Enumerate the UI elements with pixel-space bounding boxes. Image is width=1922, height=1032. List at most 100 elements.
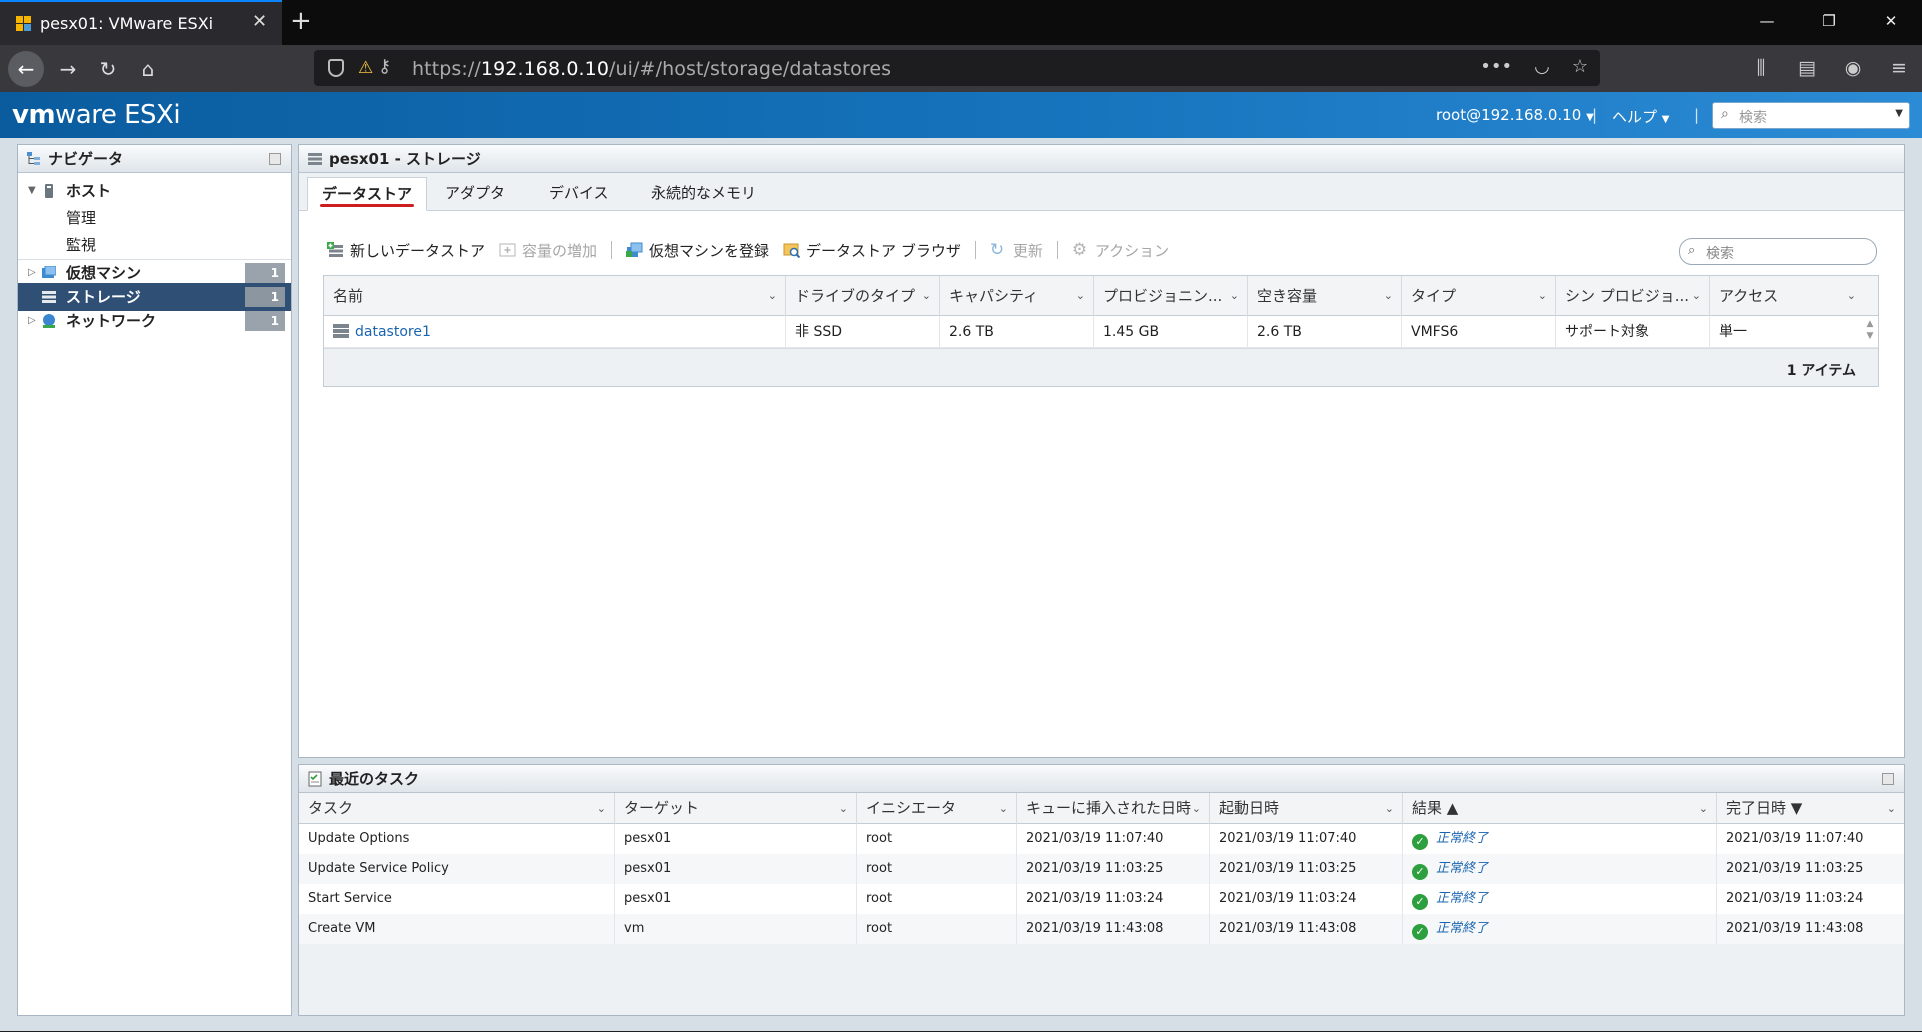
task-cell: root [857,884,1017,914]
column-header-type[interactable]: タイプ ⌄ [1402,276,1556,316]
chevron-down-icon[interactable]: ⌄ [1192,793,1201,824]
datastore-search-input[interactable]: ⌕ 検索 [1679,238,1877,265]
close-tab-icon[interactable]: ✕ [252,11,267,32]
chevron-down-icon[interactable]: ⌄ [1385,793,1394,824]
reload-icon[interactable]: ↻ [90,51,126,87]
datastore-browser-button[interactable]: データストア ブラウザ [783,240,961,261]
task-row[interactable]: Start Service pesx01 root 2021/03/19 11:… [299,884,1904,914]
chevron-down-icon[interactable]: ⌄ [1076,276,1085,316]
column-header-started[interactable]: 起動日時 ⌄ [1210,793,1403,824]
tab-datastores[interactable]: データストア [307,177,428,211]
task-result-cell: ✓ 正常終了 [1403,914,1717,944]
task-row[interactable]: Update Service Policy pesx01 root 2021/0… [299,854,1904,884]
column-header-drive-type[interactable]: ドライブのタイプ ⌄ [786,276,940,316]
library-icon[interactable]: ⫼ [1738,51,1784,85]
column-header-capacity[interactable]: キャパシティ ⌄ [940,276,1094,316]
column-header-completed[interactable]: 完了日時 ▼ ⌄ [1717,793,1904,824]
restore-icon[interactable]: ❐ [1798,0,1860,45]
task-cell: 2021/03/19 11:03:24 [1726,891,1864,906]
help-menu[interactable]: ヘルプ ▼ [1612,106,1670,127]
result-text: 正常終了 [1436,861,1489,876]
chevron-down-icon[interactable]: ⌄ [922,276,931,316]
table-row[interactable]: datastore1 非 SSD 2.6 TB 1.45 GB 2.6 TB V… [324,316,1878,348]
table-scrollbar[interactable]: ▲ ▼ [1864,318,1876,346]
url-bar[interactable]: ⚠ ⚷ https://192.168.0.10/ui/#/host/stora… [314,50,1600,86]
home-icon[interactable]: ⌂ [130,51,166,87]
column-label: シン プロビジョ... [1565,287,1690,305]
nav-item-host[interactable]: ▼ ホスト [18,177,291,205]
column-header-thin-provisioning[interactable]: シン プロビジョ... ⌄ [1556,276,1710,316]
column-header-result[interactable]: 結果 ▲ ⌄ [1403,793,1717,824]
result-text: 正常終了 [1436,891,1489,906]
column-header-task[interactable]: タスク ⌄ [299,793,615,824]
datastore-table: 名前 ⌄ ドライブのタイプ ⌄ キャパシティ ⌄ プロビジョニン... ⌄ 空き容量 ⌄ … [323,275,1879,387]
key-icon[interactable]: ⚷ [378,56,391,77]
chevron-down-icon[interactable]: ⌄ [1538,276,1547,316]
insecure-lock-icon[interactable]: ⚠ [358,58,373,78]
column-header-provisioned[interactable]: プロビジョニン... ⌄ [1094,276,1248,316]
column-header-free[interactable]: 空き容量 ⌄ [1248,276,1402,316]
chevron-down-icon[interactable]: ⌄ [839,793,848,824]
chevron-down-icon[interactable]: ⌄ [597,793,606,824]
task-cell: Start Service [299,884,615,914]
window-controls: — ❐ ✕ [1736,0,1922,45]
expanded-triangle-icon[interactable]: ▼ [28,177,36,205]
nav-item-manage[interactable]: 管理 [18,204,291,232]
chevron-down-icon[interactable]: ⌄ [1699,793,1708,824]
success-check-icon: ✓ [1412,864,1428,880]
vmware-esxi-logo: vmware ESXi [12,100,181,130]
collapse-panel-icon[interactable] [1882,773,1894,785]
url-text[interactable]: https://192.168.0.10/ui/#/host/storage/d… [412,58,891,80]
chevron-down-icon[interactable]: ⌄ [1692,276,1701,316]
chevron-down-icon[interactable]: ⌄ [1887,793,1896,824]
tab-adapters[interactable]: アダプタ [431,177,519,211]
nav-item-monitor[interactable]: 監視 [18,231,291,259]
refresh-button[interactable]: ↻ 更新 [990,240,1043,261]
increase-capacity-button[interactable]: 容量の増加 [499,240,597,261]
back-icon[interactable]: ← [8,51,44,87]
chevron-down-icon[interactable]: ⌄ [999,793,1008,824]
forward-icon[interactable]: → [50,51,86,87]
tab-devices[interactable]: デバイス [535,177,623,211]
column-header-queued[interactable]: キューに挿入された日時 ⌄ [1017,793,1210,824]
column-header-target[interactable]: ターゲット ⌄ [615,793,857,824]
task-row[interactable]: Update Options pesx01 root 2021/03/19 11… [299,824,1904,854]
register-vm-label: 仮想マシンを登録 [649,241,770,260]
task-cell: root [857,854,1017,884]
tracking-shield-icon[interactable] [328,59,344,77]
network-icon [43,314,55,328]
pocket-icon[interactable]: ◡ [1534,56,1550,77]
column-header-name[interactable]: 名前 ⌄ [324,276,786,316]
menu-icon[interactable]: ≡ [1876,51,1922,85]
column-label: ターゲット [624,799,700,817]
column-header-initiator[interactable]: イニシエータ ⌄ [857,793,1017,824]
actions-button[interactable]: ⚙ アクション [1072,240,1169,261]
account-icon[interactable]: ◉ [1830,51,1876,85]
minimize-icon[interactable]: — [1736,0,1798,45]
url-scheme: https:// [412,58,481,80]
user-menu[interactable]: root@192.168.0.10 ▼ [1436,106,1594,124]
chevron-down-icon[interactable]: ⌄ [768,276,777,316]
chevron-down-icon[interactable]: ⌄ [1384,276,1393,316]
new-datastore-button[interactable]: 新しいデータストア [327,240,485,261]
search-placeholder: 検索 [1706,246,1734,262]
register-vm-button[interactable]: 仮想マシンを登録 [626,240,769,261]
nav-item-network[interactable]: ▷ ネットワーク 1 [18,307,291,335]
task-row[interactable]: Create VM vm root 2021/03/19 11:43:08 20… [299,914,1904,944]
new-tab-icon[interactable]: + [290,6,312,36]
column-header-access[interactable]: アクセス ⌄ [1710,276,1864,316]
increase-capacity-label: 容量の増加 [522,241,598,260]
header-search-input[interactable]: ⌕ 検索 ▼ [1712,102,1910,129]
tab-persistent-memory[interactable]: 永続的なメモリ [637,177,770,211]
collapse-panel-icon[interactable] [269,153,281,165]
collapsed-triangle-icon[interactable]: ▷ [28,307,36,335]
close-window-icon[interactable]: ✕ [1860,0,1922,45]
chevron-down-icon[interactable]: ⌄ [1230,276,1239,316]
page-actions-icon[interactable]: ••• [1480,56,1512,77]
chevron-down-icon[interactable]: ⌄ [1847,276,1856,316]
bookmark-star-icon[interactable]: ☆ [1572,56,1588,77]
datastore-link[interactable]: datastore1 [355,324,431,340]
sidebar-icon[interactable]: ▤ [1784,51,1830,85]
browser-tab[interactable]: pesx01: VMware ESXi ✕ [0,0,282,45]
chevron-down-icon[interactable]: ▼ [1895,108,1903,119]
